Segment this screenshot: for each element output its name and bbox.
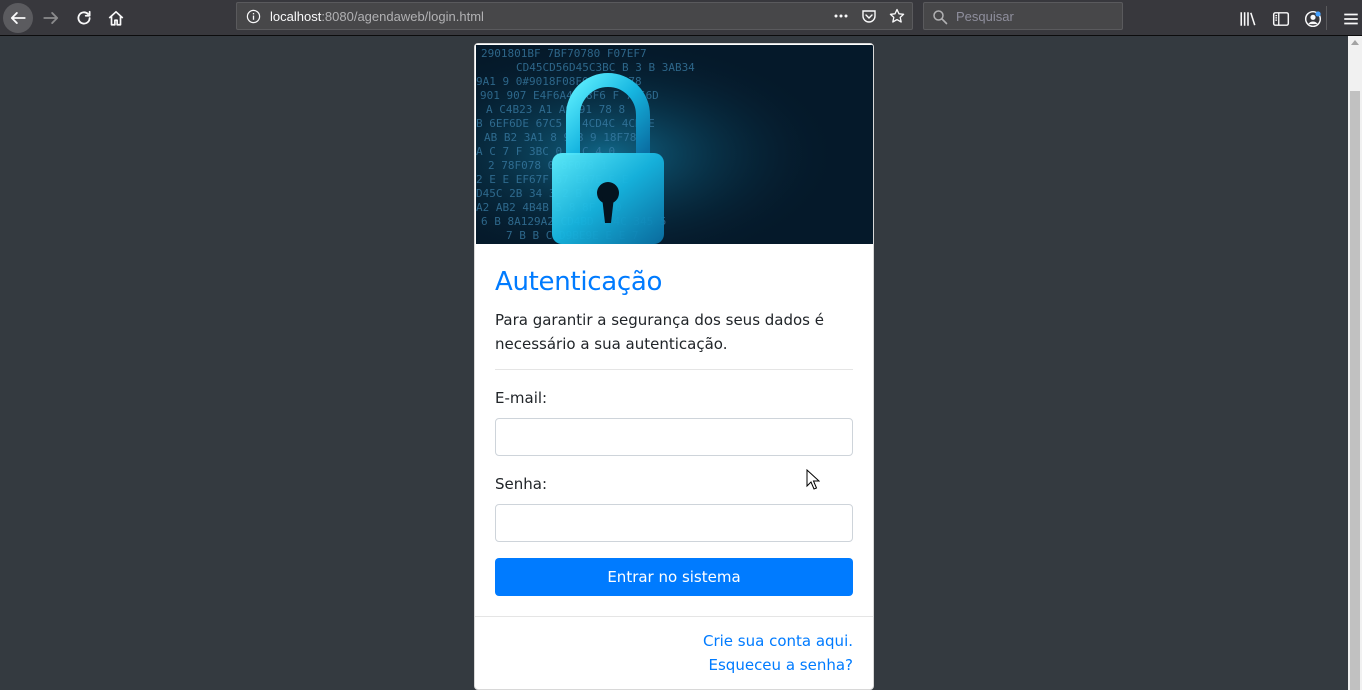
- password-label: Senha:: [495, 475, 548, 493]
- library-icon: [1240, 12, 1256, 26]
- url-bar[interactable]: localhost:8080/agendaweb/login.html: [236, 2, 913, 30]
- email-label: E-mail:: [495, 389, 548, 407]
- svg-text:B 6EF6DE 67C5 E 4CD4C 4: B 6EF6DE 67C5 E 4CD4C 4CD4E: [476, 117, 655, 130]
- login-card: 2901801BF 7BF70780 F07EF7 CD45CD56D45C3B…: [474, 43, 874, 690]
- url-host: localhost: [270, 9, 322, 24]
- scroll-thumb[interactable]: [1350, 91, 1360, 690]
- forward-icon: [43, 12, 59, 24]
- mouse-pointer-icon: [806, 469, 820, 490]
- search-input[interactable]: [956, 7, 1116, 25]
- email-field[interactable]: [495, 418, 853, 456]
- forgot-password-link[interactable]: Esqueceu a senha?: [709, 656, 853, 674]
- page-actions-button[interactable]: [832, 7, 850, 25]
- home-icon: [108, 10, 124, 26]
- menu-button[interactable]: [1336, 4, 1362, 34]
- url-path: :8080/agendaweb/login.html: [321, 9, 484, 24]
- toolbar-separator: [1326, 6, 1327, 30]
- forward-button[interactable]: [36, 3, 66, 33]
- padlock-image-graphic: 2901801BF 7BF70780 F07EF7 CD45CD56D45C3B…: [476, 45, 873, 244]
- search-icon: [933, 10, 948, 25]
- sidebar-button[interactable]: [1266, 4, 1296, 34]
- reload-icon: [77, 10, 91, 25]
- reload-button[interactable]: [69, 3, 99, 33]
- page-description: Para garantir a segurança dos seus dados…: [495, 311, 824, 353]
- padlock-hero-image: 2901801BF 7BF70780 F07EF7 CD45CD56D45C3B…: [476, 45, 873, 244]
- back-button[interactable]: [3, 3, 33, 33]
- library-button[interactable]: [1233, 4, 1263, 34]
- account-button[interactable]: [1298, 4, 1328, 34]
- card-footer-divider: [475, 616, 873, 617]
- back-icon: [10, 12, 26, 24]
- home-button[interactable]: [101, 3, 131, 33]
- page-actions-icon: [834, 14, 848, 18]
- hamburger-menu-icon: [1344, 13, 1358, 25]
- page-title: Autenticação: [495, 267, 663, 297]
- info-icon[interactable]: [246, 9, 261, 24]
- svg-text:A C4B23 A1 A9 91 78 8: A C4B23 A1 A9 91 78 8: [486, 103, 625, 116]
- bookmark-star-icon: [889, 8, 905, 23]
- browser-toolbar: localhost:8080/agendaweb/login.html: [0, 0, 1362, 36]
- bookmark-button[interactable]: [888, 7, 906, 25]
- account-icon: [1304, 10, 1322, 28]
- create-account-link[interactable]: Crie sua conta aqui.: [703, 632, 853, 650]
- login-submit-button[interactable]: Entrar no sistema: [495, 558, 853, 596]
- scroll-up-arrow[interactable]: [1351, 40, 1359, 45]
- password-field[interactable]: [495, 504, 853, 542]
- divider: [495, 369, 853, 370]
- sidebar-icon: [1272, 12, 1290, 26]
- pocket-icon: [862, 10, 876, 23]
- pocket-button[interactable]: [860, 7, 878, 25]
- svg-text:CD45CD56D45C3BC B 3 B 3AB3: CD45CD56D45C3BC B 3 B 3AB34: [516, 61, 695, 74]
- search-bar[interactable]: [923, 2, 1123, 30]
- svg-text:2901801BF 7BF70780 F07EF7: 2901801BF 7BF70780 F07EF7: [481, 47, 647, 60]
- page-scrollbar[interactable]: [1348, 36, 1362, 690]
- card-body: Autenticação Para garantir a segurança d…: [495, 264, 853, 356]
- url-text[interactable]: localhost:8080/agendaweb/login.html: [270, 9, 484, 24]
